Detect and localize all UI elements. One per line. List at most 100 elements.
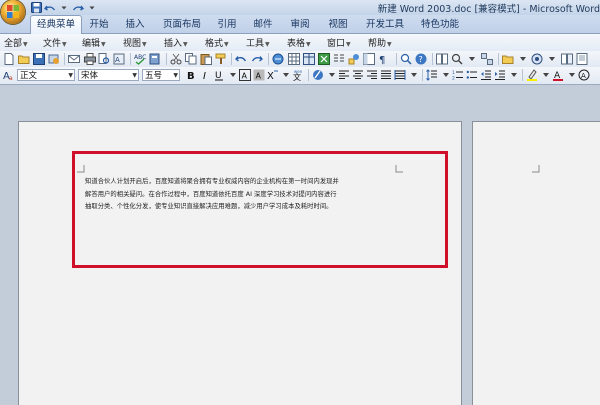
undo-icon[interactable]	[235, 53, 247, 65]
chevron-down-icon: ▼	[101, 41, 106, 48]
paste-icon[interactable]	[200, 53, 212, 65]
tab-mailings[interactable]: 邮件	[246, 16, 280, 33]
enclose-characters-icon[interactable]: A	[578, 69, 590, 81]
new-document-icon[interactable]	[3, 53, 15, 65]
style-dropdown[interactable]: 正文 ▼	[17, 69, 75, 81]
office-assistant-icon[interactable]	[531, 53, 543, 65]
underline-icon[interactable]: U	[213, 69, 225, 81]
insert-table-icon[interactable]	[303, 53, 315, 65]
mail-icon[interactable]	[68, 53, 80, 65]
menu-file[interactable]: 文件▼	[43, 36, 67, 49]
tab-page-layout[interactable]: 页面布局	[156, 16, 208, 33]
chevron-down-icon[interactable]	[440, 69, 452, 81]
tab-insert[interactable]: 插入	[118, 16, 152, 33]
increase-indent-icon[interactable]	[494, 69, 506, 81]
character-scale-icon[interactable]: X	[267, 69, 279, 81]
menu-format[interactable]: 格式▼	[205, 36, 229, 49]
redo-icon[interactable]	[72, 2, 84, 14]
print-icon[interactable]	[84, 53, 96, 65]
chevron-down-icon[interactable]	[326, 69, 338, 81]
decrease-indent-icon[interactable]	[480, 69, 492, 81]
drawing-icon[interactable]	[348, 53, 360, 65]
search-icon[interactable]	[451, 53, 463, 65]
chevron-down-icon[interactable]	[408, 69, 420, 81]
show-hide-icon[interactable]: ¶	[378, 53, 390, 65]
menu-tools[interactable]: 工具▼	[246, 36, 270, 49]
bullets-icon[interactable]	[466, 69, 478, 81]
italic-icon[interactable]: I	[199, 69, 211, 81]
bold-icon[interactable]: B	[185, 69, 197, 81]
chevron-down-icon[interactable]	[466, 53, 478, 65]
menu-window[interactable]: 窗口▼	[327, 36, 351, 49]
tab-references[interactable]: 引用	[210, 16, 244, 33]
format-painter-icon[interactable]	[215, 53, 227, 65]
permission-icon[interactable]	[48, 53, 60, 65]
font-dropdown[interactable]: 宋体 ▼	[78, 69, 139, 81]
justify-icon[interactable]	[380, 69, 392, 81]
menu-edit[interactable]: 编辑▼	[82, 36, 106, 49]
columns-icon[interactable]	[333, 53, 345, 65]
font-size-dropdown[interactable]: 五号 ▼	[142, 69, 180, 81]
tab-review[interactable]: 审阅	[283, 16, 317, 33]
menu-table[interactable]: 表格▼	[287, 36, 311, 49]
chevron-down-icon[interactable]	[280, 69, 292, 81]
chevron-down-icon[interactable]	[517, 53, 529, 65]
character-border-icon[interactable]: A	[239, 69, 251, 81]
chevron-down-icon[interactable]	[508, 69, 520, 81]
tab-special-features[interactable]: 特色功能	[414, 16, 466, 33]
tab-home[interactable]: 开始	[82, 16, 116, 33]
undo-icon[interactable]	[44, 2, 56, 14]
chevron-down-icon[interactable]	[566, 69, 578, 81]
distributed-icon[interactable]	[394, 69, 406, 81]
tables-borders-icon[interactable]	[288, 53, 300, 65]
menu-all[interactable]: 全部▼	[4, 36, 28, 49]
character-shading-icon[interactable]: A	[253, 69, 265, 81]
align-right-icon[interactable]	[366, 69, 378, 81]
research-icon[interactable]: A	[113, 53, 125, 65]
styles-icon[interactable]: Aa	[3, 69, 15, 81]
save-icon[interactable]	[30, 2, 42, 14]
open-folder-icon[interactable]	[18, 53, 30, 65]
numbering-icon[interactable]: 12	[452, 69, 464, 81]
print-preview-icon[interactable]	[98, 53, 110, 65]
tab-classic-menu[interactable]: 经典菜单	[30, 15, 82, 34]
align-left-icon[interactable]	[338, 69, 350, 81]
folder-icon[interactable]	[502, 53, 514, 65]
chevron-down-icon[interactable]	[86, 2, 98, 14]
grid-view-icon[interactable]	[481, 53, 493, 65]
tab-developer[interactable]: 开发工具	[360, 16, 410, 33]
tab-view[interactable]: 视图	[321, 16, 355, 33]
insert-excel-icon[interactable]	[318, 53, 330, 65]
copy-icon[interactable]	[185, 53, 197, 65]
reading-mode-icon[interactable]	[436, 53, 448, 65]
chevron-down-icon[interactable]	[546, 53, 558, 65]
redo-icon[interactable]	[251, 53, 263, 65]
menu-insert[interactable]: 插入▼	[164, 36, 188, 49]
align-center-icon[interactable]	[352, 69, 364, 81]
spelling-icon[interactable]: ABC	[134, 53, 146, 65]
page-view-icon[interactable]	[576, 53, 588, 65]
chevron-down-icon[interactable]	[227, 69, 239, 81]
highlighter-icon[interactable]	[526, 69, 538, 81]
chevron-down-icon: ▼	[62, 41, 67, 48]
research-book-icon[interactable]	[149, 53, 161, 65]
compare-icon[interactable]	[561, 53, 573, 65]
save-icon[interactable]	[33, 53, 45, 65]
document-map-icon[interactable]	[363, 53, 375, 65]
hyperlink-icon[interactable]	[272, 53, 284, 65]
zoom-icon[interactable]	[400, 53, 412, 65]
phonetic-guide-icon[interactable]: 文 wen	[292, 69, 304, 81]
cut-icon[interactable]	[170, 53, 182, 65]
office-button[interactable]	[1, 0, 25, 24]
next-document-page[interactable]	[472, 121, 600, 405]
font-color-icon[interactable]: A	[552, 69, 564, 81]
chevron-down-icon: ▼	[346, 41, 351, 48]
svg-text:1: 1	[452, 70, 455, 76]
menu-view[interactable]: 视图▼	[123, 36, 147, 49]
highlight-icon[interactable]	[312, 69, 324, 81]
chevron-down-icon[interactable]	[540, 69, 552, 81]
line-spacing-icon[interactable]	[426, 69, 438, 81]
chevron-down-icon[interactable]	[58, 2, 70, 14]
menu-help[interactable]: 帮助▼	[368, 36, 392, 49]
help-icon[interactable]: ?	[415, 53, 427, 65]
